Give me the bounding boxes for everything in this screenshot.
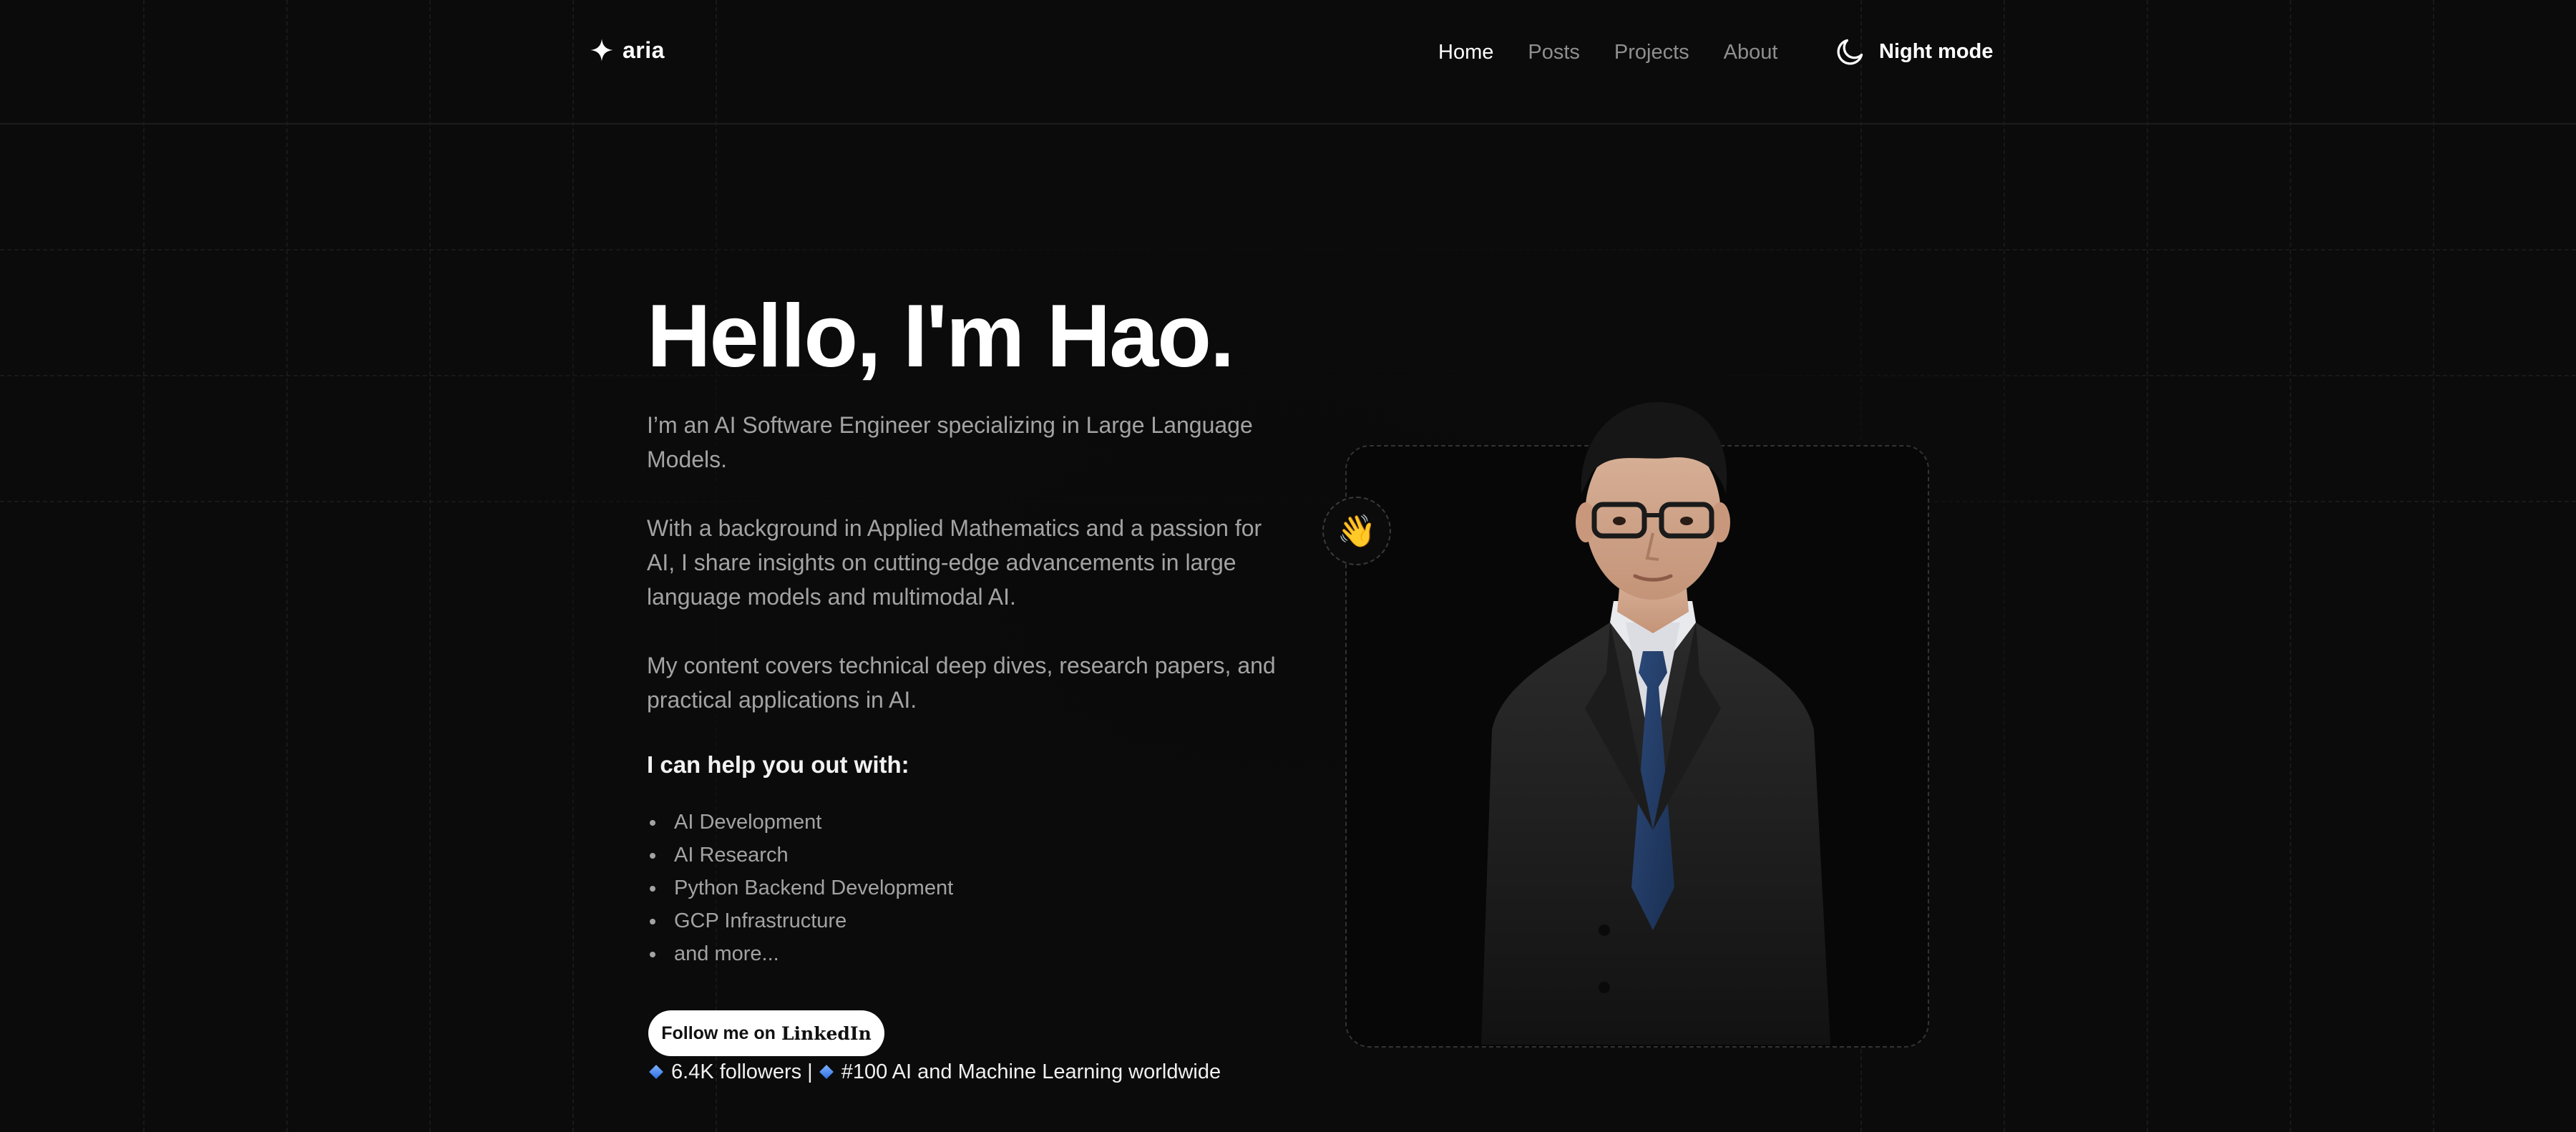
list-item: GCP Infrastructure: [647, 904, 953, 937]
help-heading: I can help you out with:: [647, 751, 909, 778]
main-nav: Home Posts Projects About: [1438, 36, 1812, 69]
services-list: AI Development AI Research Python Backen…: [647, 806, 953, 970]
moon-icon: [1837, 39, 1863, 65]
linkedin-stats: 6.4K followers | #100 AI and Machine Lea…: [648, 1058, 1221, 1086]
list-item: and more...: [647, 937, 953, 970]
followers-count: 6.4K followers: [671, 1060, 802, 1083]
nav-home[interactable]: Home: [1438, 41, 1493, 64]
nav-projects[interactable]: Projects: [1614, 41, 1689, 64]
hero-title: Hello, I'm Hao.: [647, 287, 1234, 386]
site-header: aria Home Posts Projects About Night mod…: [0, 0, 2576, 125]
brand-logo-link[interactable]: aria: [590, 34, 665, 66]
content-paragraph: My content covers technical deep dives, …: [647, 653, 1276, 713]
list-item: AI Research: [647, 839, 953, 872]
brand-name: aria: [623, 36, 665, 63]
list-item: AI Development: [647, 806, 953, 839]
sparkle-icon: [590, 39, 613, 62]
ranking-text: #100 AI and Machine Learning worldwide: [841, 1060, 1221, 1083]
list-item: Python Backend Development: [647, 872, 953, 904]
night-mode-label: Night mode: [1879, 39, 1994, 63]
nav-about[interactable]: About: [1724, 41, 1778, 64]
night-mode-toggle[interactable]: Night mode: [1835, 34, 1994, 69]
blue-diamond-icon: [819, 1065, 834, 1079]
blue-diamond-icon: [649, 1065, 663, 1079]
nav-posts[interactable]: Posts: [1528, 41, 1580, 64]
follow-linkedin-button[interactable]: Follow me on LinkedIn: [648, 1010, 884, 1056]
linkedin-wordmark: LinkedIn: [781, 1023, 872, 1044]
background-paragraph: With a background in Applied Mathematics…: [647, 515, 1262, 610]
waving-hand-icon[interactable]: 👋: [1322, 497, 1391, 565]
stats-separator: |: [807, 1060, 813, 1083]
portrait-illustration: [1481, 401, 1830, 1045]
profile-portrait: [1438, 386, 1868, 1045]
intro-paragraph: I’m an AI Software Engineer specializing…: [647, 412, 1253, 472]
follow-label: Follow me on: [661, 1023, 776, 1043]
